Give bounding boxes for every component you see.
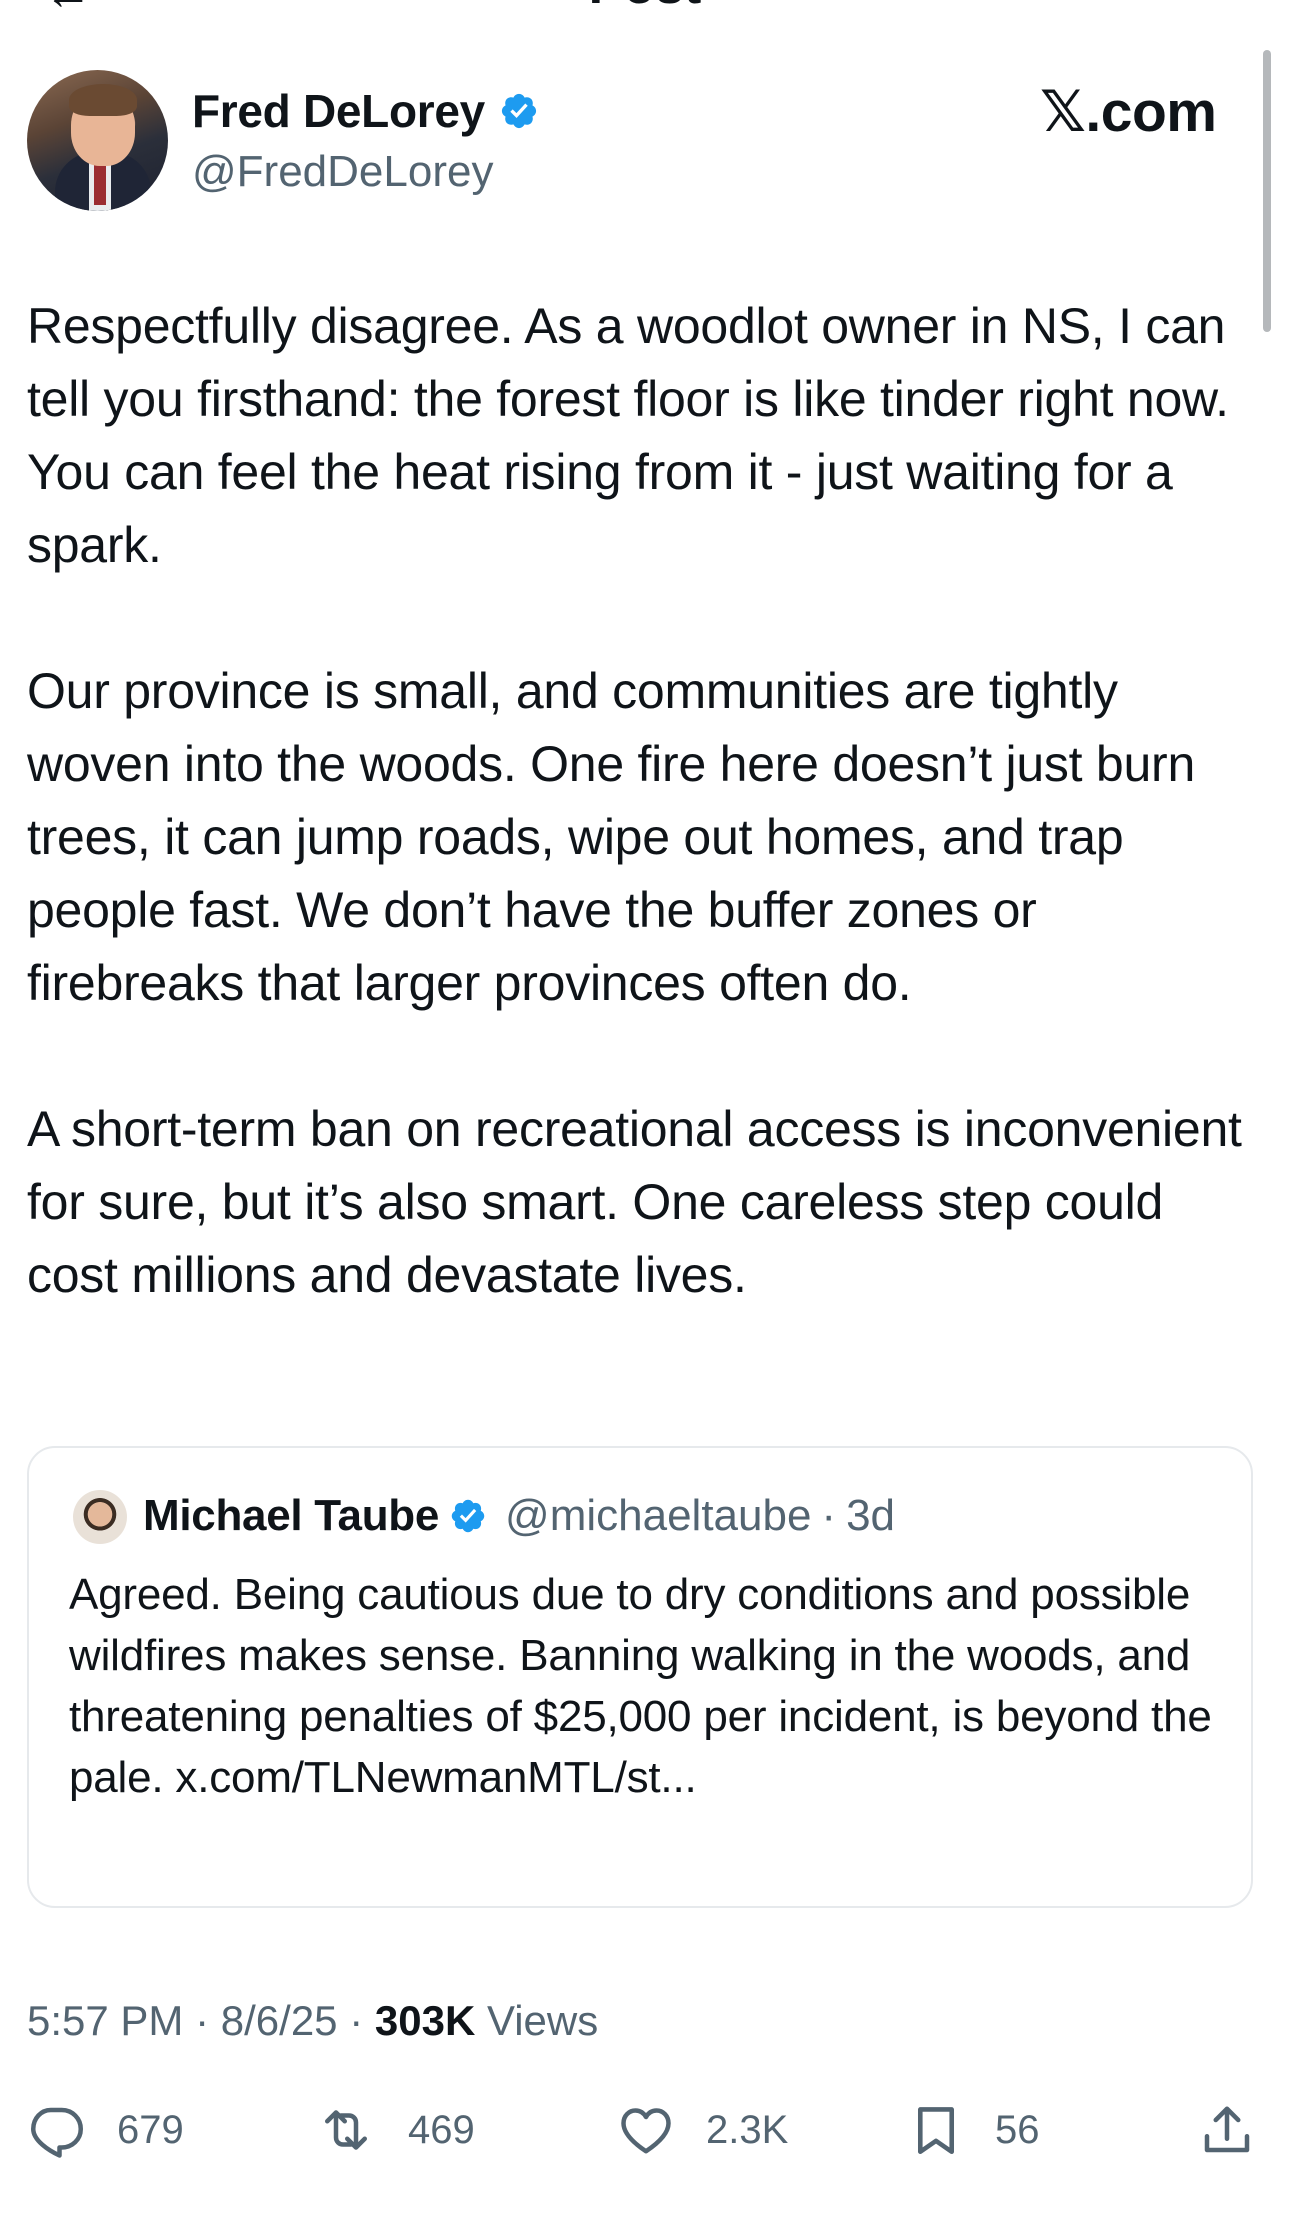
- quoted-post-header: Michael Taube @michaeltaube · 3d: [143, 1488, 895, 1544]
- quoted-post-text: Agreed. Being cautious due to dry condit…: [69, 1570, 1212, 1802]
- top-nav-bar: ← Post: [0, 0, 1290, 10]
- avatar-hair: [69, 84, 137, 116]
- share-icon: [1204, 2106, 1250, 2153]
- author-name[interactable]: Fred DeLorey: [192, 84, 485, 138]
- action-bar: 679 469 2.3K 56: [0, 2090, 1290, 2170]
- post-time[interactable]: 5:57 PM: [27, 1997, 183, 2044]
- quoted-author-name: Michael Taube: [143, 1491, 440, 1540]
- repost-icon: [325, 2110, 367, 2150]
- like-button[interactable]: 2.3K: [616, 2090, 788, 2170]
- share-button[interactable]: [1197, 2090, 1257, 2170]
- views-count: 303K: [374, 1997, 476, 2044]
- meta-separator: ·: [349, 1997, 364, 2044]
- x-com-watermark: 𝕏.com: [1040, 80, 1217, 144]
- quoted-author-avatar: [73, 1490, 127, 1544]
- repost-button[interactable]: 469: [314, 2090, 475, 2170]
- post-meta: 5:57 PM · 8/6/25 · 303K Views: [27, 1995, 598, 2047]
- quoted-separator: ·: [821, 1491, 837, 1540]
- nav-title: Post: [0, 0, 1290, 10]
- quoted-author-handle: @michaeltaube: [505, 1491, 812, 1540]
- repost-count: 469: [408, 2107, 475, 2152]
- author-name-row: Fred DeLorey: [192, 84, 539, 138]
- bookmark-button[interactable]: 56: [907, 2090, 1040, 2170]
- verified-badge-icon: [501, 93, 537, 129]
- heart-icon: [621, 2108, 671, 2154]
- quoted-post-card[interactable]: Michael Taube @michaeltaube · 3d Agreed.…: [27, 1446, 1253, 1908]
- verified-badge-icon: [451, 1499, 485, 1533]
- post-body-text: Respectfully disagree. As a woodlot owne…: [27, 298, 1242, 1303]
- bookmark-count: 56: [995, 2107, 1040, 2152]
- reply-icon: [31, 2107, 83, 2158]
- reply-button[interactable]: 679: [27, 2090, 184, 2170]
- avatar-tie: [94, 160, 106, 205]
- author-handle[interactable]: @FredDeLorey: [192, 146, 493, 198]
- views-label: Views: [486, 1997, 599, 2044]
- author-avatar[interactable]: [27, 70, 168, 211]
- like-count: 2.3K: [706, 2107, 789, 2152]
- meta-separator: ·: [195, 1997, 210, 2044]
- reply-count: 679: [117, 2107, 184, 2152]
- bookmark-icon: [917, 2107, 955, 2155]
- post-date[interactable]: 8/6/25: [221, 1997, 338, 2044]
- quoted-post-age: 3d: [846, 1491, 896, 1540]
- scrollbar[interactable]: [1263, 50, 1271, 332]
